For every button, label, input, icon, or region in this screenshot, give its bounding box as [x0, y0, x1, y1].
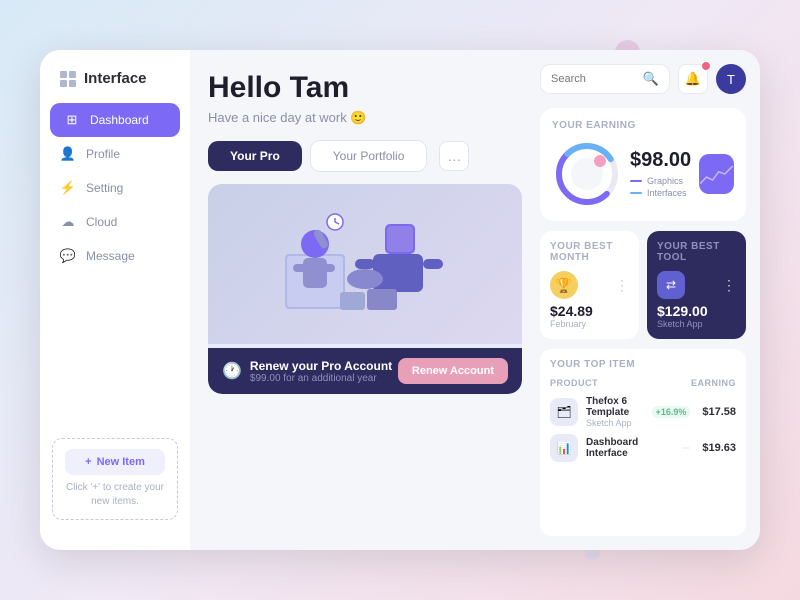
message-icon: 💬: [60, 248, 76, 264]
best-tool-sub: Sketch App: [657, 319, 736, 329]
best-month-card: Your Best Month 🏆 ⋮ $24.89 February: [540, 231, 639, 339]
right-header: 🔍 🔔 T: [540, 64, 746, 94]
best-month-amount: $24.89: [550, 303, 629, 319]
renew-account-button[interactable]: Renew Account: [398, 358, 508, 384]
sidebar-item-cloud[interactable]: ☁ Cloud: [40, 205, 190, 239]
cloud-icon: ☁: [60, 214, 76, 230]
greeting-title: Hello Tam: [208, 70, 522, 106]
best-tool-top: ⇄ ⋮: [657, 271, 736, 299]
search-input[interactable]: [551, 73, 637, 85]
earning-label: Your Earning: [552, 120, 734, 131]
legend-item-graphics: Graphics: [630, 176, 691, 186]
sidebar-item-profile[interactable]: 👤 Profile: [40, 137, 190, 171]
best-tool-menu[interactable]: ⋮: [722, 277, 736, 294]
best-tool-amount: $129.00: [657, 303, 736, 319]
renew-clock-icon: 🕐: [222, 361, 242, 381]
best-tool-label: Your Best Tool: [657, 241, 736, 263]
sidebar-item-label: Setting: [86, 181, 123, 195]
promo-box: 🕐 Renew your Pro Account $99.00 for an a…: [208, 184, 522, 394]
main-card: Interface ⊞ Dashboard 👤 Profile ⚡ Settin…: [40, 50, 760, 550]
search-bar[interactable]: 🔍: [540, 64, 670, 94]
brand-area: Interface: [40, 70, 190, 103]
best-month-label: Your Best Month: [550, 241, 629, 263]
earning-mini-chart: [699, 154, 734, 194]
sidebar-item-label: Dashboard: [90, 113, 149, 127]
brand-icon: [60, 71, 76, 87]
item-icon-0: 🗂: [550, 398, 578, 426]
best-tool-card: Your Best Tool ⇄ ⋮ $129.00 Sketch App: [647, 231, 746, 339]
item-earning-0: $17.58: [702, 406, 736, 418]
col-earning: Earning: [691, 378, 736, 388]
sidebar: Interface ⊞ Dashboard 👤 Profile ⚡ Settin…: [40, 50, 190, 550]
greeting-subtitle: Have a nice day at work 🙂: [208, 110, 522, 126]
promo-renew-bar: 🕐 Renew your Pro Account $99.00 for an a…: [208, 348, 522, 394]
item-earning-1: $19.63: [702, 442, 736, 454]
mini-chart-svg: [699, 156, 734, 192]
best-month-menu[interactable]: ⋮: [615, 277, 629, 294]
earning-legend: Graphics Interfaces: [630, 176, 691, 198]
renew-sub: $99.00 for an additional year: [250, 373, 392, 384]
promo-svg: [265, 194, 465, 334]
sidebar-item-label: Profile: [86, 147, 120, 161]
donut-chart: [552, 139, 622, 209]
renew-left: 🕐 Renew your Pro Account $99.00 for an a…: [222, 359, 392, 384]
tabs-row: Your Pro Your Portfolio …: [208, 140, 522, 172]
notification-badge: [701, 61, 711, 71]
sidebar-item-setting[interactable]: ⚡ Setting: [40, 171, 190, 205]
legend-color-interfaces: [630, 192, 642, 194]
main-content: Hello Tam Have a nice day at work 🙂 Your…: [190, 50, 540, 550]
content-header: Hello Tam Have a nice day at work 🙂: [208, 70, 522, 126]
plus-icon: +: [85, 456, 91, 468]
bell-icon: 🔔: [685, 71, 701, 87]
tab-your-pro[interactable]: Your Pro: [208, 141, 302, 171]
sidebar-item-dashboard[interactable]: ⊞ Dashboard: [50, 103, 180, 137]
item-store-0: Sketch App: [586, 418, 644, 428]
top-items-card: Your Top Item Product Earning 🗂 Thefox 6…: [540, 349, 746, 536]
sidebar-item-label: Message: [86, 249, 135, 263]
earning-card: Your Earning $98.00: [540, 108, 746, 221]
best-row: Your Best Month 🏆 ⋮ $24.89 February Your…: [540, 231, 746, 339]
top-items-label: Your Top Item: [550, 359, 736, 370]
new-item-box: + New Item Click '+' to create your new …: [52, 438, 178, 520]
legend-color-graphics: [630, 180, 642, 182]
profile-icon: 👤: [60, 146, 76, 162]
dashboard-icon: ⊞: [64, 112, 80, 128]
best-tool-icon: ⇄: [657, 271, 685, 299]
item-icon-1: 📊: [550, 434, 578, 462]
item-badge-0: +16.9%: [652, 406, 691, 418]
new-item-hint: Click '+' to create your new items.: [63, 481, 167, 509]
item-name-1: Dashboard Interface: [586, 437, 674, 459]
sidebar-nav: ⊞ Dashboard 👤 Profile ⚡ Setting ☁ Cloud …: [40, 103, 190, 428]
notification-button[interactable]: 🔔: [678, 64, 708, 94]
best-month-top: 🏆 ⋮: [550, 271, 629, 299]
setting-icon: ⚡: [60, 180, 76, 196]
col-product: Product: [550, 378, 598, 388]
tab-your-portfolio[interactable]: Your Portfolio: [310, 140, 428, 172]
item-name-0: Thefox 6 Template: [586, 396, 644, 418]
top-items-header: Product Earning: [550, 378, 736, 388]
right-panel: 🔍 🔔 T Your Earning: [540, 50, 760, 550]
best-month-icon: 🏆: [550, 271, 578, 299]
top-item-row-0: 🗂 Thefox 6 Template Sketch App +16.9% $1…: [550, 396, 736, 428]
sidebar-item-message[interactable]: 💬 Message: [40, 239, 190, 273]
search-icon: 🔍: [643, 71, 659, 87]
avatar-icon: T: [727, 72, 735, 87]
donut-svg: [552, 139, 622, 209]
brand-title: Interface: [84, 70, 147, 87]
tab-more-button[interactable]: …: [439, 141, 469, 171]
avatar-button[interactable]: T: [716, 64, 746, 94]
sidebar-item-label: Cloud: [86, 215, 117, 229]
earning-body: $98.00 Graphics Interfaces: [552, 139, 734, 209]
renew-title: Renew your Pro Account: [250, 359, 392, 373]
legend-item-interfaces: Interfaces: [630, 188, 691, 198]
promo-illustration: [208, 184, 522, 344]
earning-right: $98.00 Graphics Interfaces: [630, 149, 691, 200]
best-month-sub: February: [550, 319, 629, 329]
new-item-button[interactable]: + New Item: [65, 449, 165, 475]
top-item-row-1: 📊 Dashboard Interface $19.63: [550, 434, 736, 462]
earning-amount: $98.00: [630, 149, 691, 172]
item-badge-1: [682, 447, 690, 449]
